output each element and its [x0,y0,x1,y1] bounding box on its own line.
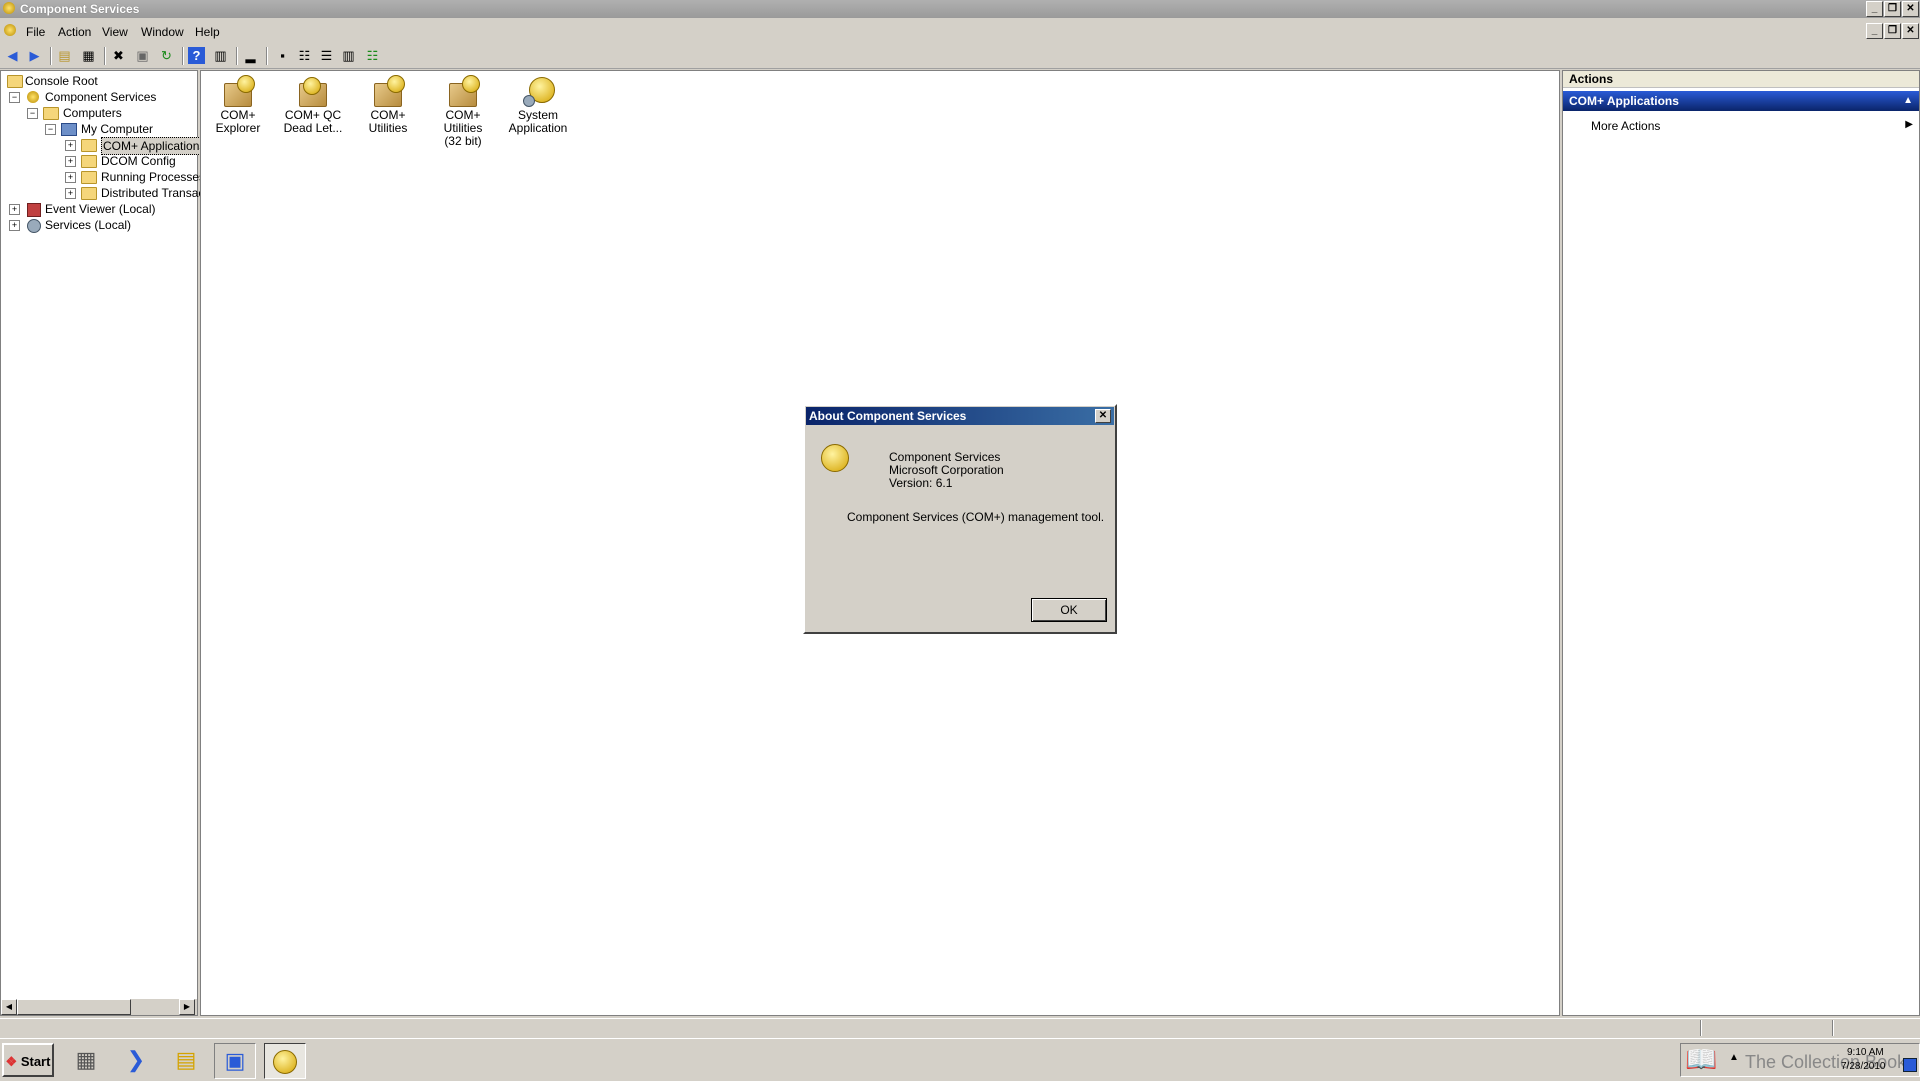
windows-logo-icon: ❖ [5,1054,18,1069]
detail-icon[interactable]: ▥ [340,47,357,64]
com-utilities-32bit-item[interactable]: COM+ Utilities (32 bit) [426,71,500,148]
expand-icon[interactable]: + [65,156,76,167]
package-icon [221,75,255,107]
view-icon[interactable]: ☷ [364,47,381,64]
minimize-button[interactable]: _ [1866,1,1883,17]
expand-icon[interactable]: + [65,140,76,151]
window-title: Component Services [20,2,140,16]
help-icon[interactable]: ? [188,47,205,64]
maximize-button[interactable]: ❐ [1884,1,1901,17]
menu-action[interactable]: Action [58,25,91,39]
folder-icon [81,171,97,184]
scroll-left-icon[interactable]: ◀ [1,999,17,1015]
app-icon [3,2,15,14]
powershell-icon[interactable]: ❯ [116,1043,156,1077]
tree-horizontal-scrollbar[interactable]: ◀ ▶ [1,999,197,1015]
refresh-icon[interactable]: ↻ [158,47,175,64]
actions-pane: Actions COM+ Applications ▲ More Actions… [1562,70,1920,1016]
expand-icon[interactable]: + [9,204,20,215]
event-viewer-icon [27,203,41,217]
ok-button[interactable]: OK [1031,598,1107,622]
title-bar: Component Services _ ❐ ✕ [0,0,1920,18]
component-services-icon [27,91,39,103]
child-maximize-button[interactable]: ❐ [1884,23,1901,39]
system-application-item[interactable]: System Application [501,71,575,135]
company-name: Microsoft Corporation [889,463,1004,477]
menu-window[interactable]: Window [141,25,184,39]
system-application-icon [521,75,555,107]
package-icon [296,75,330,107]
status-bar [0,1018,1920,1037]
show-hidden-icons-icon[interactable]: ▲ [1729,1052,1739,1063]
folder-icon [81,155,97,168]
start-button[interactable]: ❖ Start [2,1043,54,1077]
component-services-icon [821,444,849,472]
forward-icon[interactable]: ▶ [26,47,43,64]
scroll-right-icon[interactable]: ▶ [179,999,195,1015]
menu-view[interactable]: View [102,25,128,39]
up-folder-icon[interactable]: ▤ [56,47,73,64]
collapse-icon[interactable]: − [45,124,56,135]
book-logo-icon: 📖 [1685,1044,1718,1074]
back-icon[interactable]: ◀ [4,47,21,64]
dialog-close-button[interactable]: ✕ [1095,409,1111,423]
child-minimize-button[interactable]: _ [1866,23,1883,39]
console-icon[interactable]: ▥ [212,47,229,64]
submenu-arrow-icon: ▶ [1905,119,1913,130]
package-icon [371,75,405,107]
export-icon[interactable]: ▂ [242,47,259,64]
large-icons-icon[interactable]: ▪ [274,47,291,64]
clock-date[interactable]: 7/28/2010 [1841,1061,1886,1072]
com-utilities-item[interactable]: COM+ Utilities [351,71,425,135]
toolbar: ◀ ▶ ▤ ▦ ✖ ▣ ↻ ? ▥ ▂ ▪ ☷ ☰ ▥ ☷ [0,44,1920,69]
folder-icon [81,139,97,152]
package-icon [446,75,480,107]
component-services-task-icon[interactable] [264,1043,306,1079]
show-hide-tree-icon[interactable]: ▦ [80,47,97,64]
description-text: Component Services (COM+) management too… [847,510,1105,524]
folder-icon [81,187,97,200]
console-tree: Console Root − Component Services − Comp… [0,70,208,1016]
menu-bar: File Action View Window Help _ ❐ ✕ [0,20,1920,42]
child-close-button[interactable]: ✕ [1902,23,1919,39]
folder-icon [43,107,59,120]
about-dialog: About Component Services ✕ Component Ser… [803,404,1117,634]
show-desktop-icon[interactable] [1903,1058,1917,1072]
collapse-icon[interactable]: − [27,108,38,119]
scroll-thumb[interactable] [17,999,131,1015]
close-button[interactable]: ✕ [1902,1,1919,17]
expand-icon[interactable]: + [9,220,20,231]
menu-help[interactable]: Help [195,25,220,39]
actions-header: Actions [1563,71,1919,88]
actions-section-com-applications[interactable]: COM+ Applications ▲ [1563,91,1919,111]
server-manager-icon[interactable]: ▦ [66,1043,106,1077]
com-explorer-item[interactable]: COM+ Explorer [201,71,275,135]
delete-icon[interactable]: ✖ [110,47,127,64]
version-text: Version: 6.1 [889,476,953,490]
menu-file[interactable]: File [26,25,45,39]
computer-icon [61,123,77,136]
more-actions-link[interactable]: More Actions [1591,119,1660,133]
com-qc-dead-letter-item[interactable]: COM+ QC Dead Let... [276,71,350,135]
notification-area: 📖 ▲ The Collection Book 9:10 AM 7/28/201… [1680,1043,1920,1077]
collapse-icon[interactable]: − [9,92,20,103]
properties-icon[interactable]: ▣ [134,47,151,64]
collapse-section-icon[interactable]: ▲ [1903,91,1913,111]
clock-time[interactable]: 9:10 AM [1847,1047,1884,1058]
folder-icon [7,75,23,88]
control-panel-icon[interactable]: ▣ [214,1043,256,1079]
system-menu-icon[interactable] [4,24,16,36]
product-name: Component Services [889,450,1001,464]
small-icons-icon[interactable]: ☷ [296,47,313,64]
list-icon[interactable]: ☰ [318,47,335,64]
explorer-folder-icon[interactable]: ▤ [166,1043,206,1077]
dialog-title-bar: About Component Services [806,407,1114,425]
expand-icon[interactable]: + [65,188,76,199]
taskbar: ❖ Start ▦ ❯ ▤ ▣ 📖 ▲ The Collection Book … [0,1038,1920,1081]
services-gear-icon [27,219,41,233]
expand-icon[interactable]: + [65,172,76,183]
